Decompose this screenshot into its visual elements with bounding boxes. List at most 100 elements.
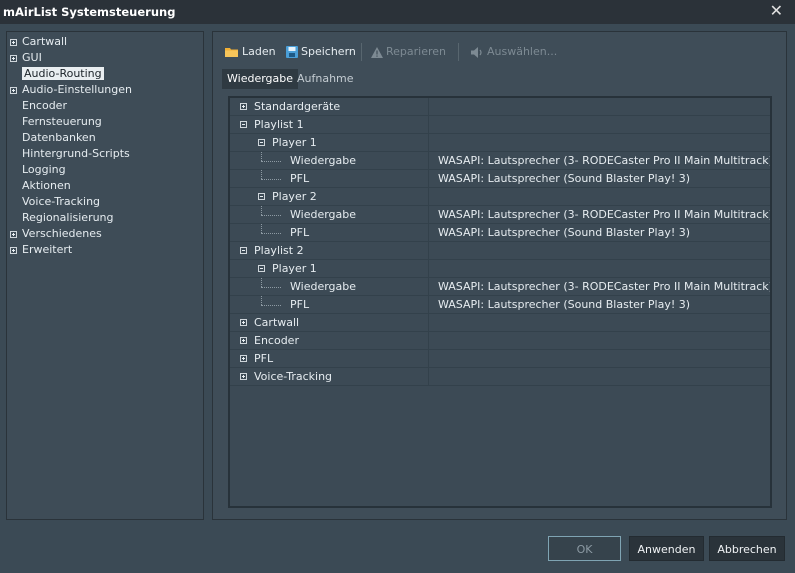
sidebar-item-logging[interactable]: Logging [10,162,66,177]
ok-button[interactable]: OK [548,536,621,561]
expand-icon[interactable] [240,373,247,380]
sidebar-item-label: Audio-Routing [22,67,104,80]
expand-icon[interactable] [240,103,247,110]
sidebar-item-label: Encoder [22,99,67,112]
tree-node-label: PFL [290,298,310,311]
tree-row[interactable]: Player 2 [230,188,770,206]
expand-icon[interactable] [10,246,17,254]
tree-row[interactable]: Wiedergabe WASAPI: Lautsprecher (3- RODEC… [230,206,770,224]
expand-icon[interactable] [10,38,17,46]
cancel-button[interactable]: Abbrechen [709,536,785,561]
column-divider [428,206,429,224]
device-value[interactable]: WASAPI: Lautsprecher (3- RODECaster Pro … [438,152,770,170]
tree-row[interactable]: PFL [230,350,770,368]
tree-row[interactable]: PFL WASAPI: Lautsprecher (Sound Blaster P… [230,224,770,242]
sidebar-item-cartwall[interactable]: Cartwall [10,34,67,49]
device-value[interactable]: WASAPI: Lautsprecher (3- RODECaster Pro … [438,206,770,224]
tab-wiedergabe[interactable]: Wiedergabe [222,69,299,89]
column-divider [428,170,429,188]
sidebar-item-audio-einstellungen[interactable]: Audio-Einstellungen [10,82,132,97]
expand-icon[interactable] [10,86,17,94]
tree-row[interactable]: PFL WASAPI: Lautsprecher (Sound Blaster P… [230,170,770,188]
sidebar-item-erweitert[interactable]: Erweitert [10,242,72,257]
device-value[interactable]: WASAPI: Lautsprecher (Sound Blaster Play… [438,170,690,188]
sidebar-item-label: Datenbanken [22,131,96,144]
tree-row[interactable]: Wiedergabe WASAPI: Lautsprecher (3- RODEC… [230,152,770,170]
audio-routing-panel: Laden Speichern Reparieren Auswählen... … [212,31,787,520]
sidebar-item-label: Verschiedenes [22,227,102,240]
sidebar-item-gui[interactable]: GUI [10,50,42,65]
speaker-icon [471,46,482,58]
sidebar-item-label: Regionalisierung [22,211,114,224]
sidebar-item-regionalisierung[interactable]: Regionalisierung [10,210,114,225]
repair-label: Reparieren [386,45,447,58]
save-icon [286,46,298,58]
column-divider [428,116,429,134]
tree-node-label: Wiedergabe [290,280,357,293]
column-divider [428,314,429,332]
column-divider [428,332,429,350]
tree-row[interactable]: Voice-Tracking [230,368,770,386]
collapse-icon[interactable] [258,265,265,272]
tree-node-label: Voice-Tracking [254,370,333,383]
tree-node-label: Wiedergabe [290,154,357,167]
column-divider [428,98,429,116]
tree-node-label: Cartwall [254,316,300,329]
expand-icon[interactable] [240,355,247,362]
device-value[interactable]: WASAPI: Lautsprecher (Sound Blaster Play… [438,296,690,314]
tree-row[interactable]: PFL WASAPI: Lautsprecher (Sound Blaster P… [230,296,770,314]
tree-row[interactable]: Cartwall [230,314,770,332]
sidebar-item-label: Hintergrund-Scripts [22,147,130,160]
tree-row[interactable]: Playlist 1 [230,116,770,134]
load-label: Laden [242,45,276,58]
sidebar-item-label: Voice-Tracking [22,195,101,208]
apply-button[interactable]: Anwenden [629,536,704,561]
tree-connector [261,296,262,305]
expand-icon[interactable] [240,337,247,344]
folder-icon [225,48,238,57]
tree-node-label: Wiedergabe [290,208,357,221]
sidebar-item-encoder[interactable]: Encoder [10,98,67,113]
tree-node-label: Standardgeräte [254,100,341,113]
sidebar-item-aktionen[interactable]: Aktionen [10,178,71,193]
sidebar-item-audio-routing[interactable]: Audio-Routing [10,66,104,81]
column-divider [428,260,429,278]
tree-row[interactable]: Player 1 [230,134,770,152]
tree-connector [261,287,281,288]
column-divider [428,152,429,170]
expand-icon[interactable] [10,230,17,238]
select-button[interactable]: Auswählen... [471,44,557,60]
repair-button[interactable]: Reparieren [371,44,446,60]
tree-node-label: Player 1 [272,136,317,149]
sidebar-item-verschiedenes[interactable]: Verschiedenes [10,226,102,241]
save-button[interactable]: Speichern [286,44,356,60]
settings-category-tree: Cartwall GUI Audio-Routing Audio-Einstellun… [6,31,204,520]
sidebar-item-label: Erweitert [22,243,73,256]
sidebar-item-hintergrund-scripts[interactable]: Hintergrund-Scripts [10,146,130,161]
expand-icon[interactable] [240,319,247,326]
sidebar-item-datenbanken[interactable]: Datenbanken [10,130,96,145]
load-button[interactable]: Laden [225,44,276,60]
device-value[interactable]: WASAPI: Lautsprecher (Sound Blaster Play… [438,224,690,242]
tree-row[interactable]: Wiedergabe WASAPI: Lautsprecher (3- RODEC… [230,278,770,296]
collapse-icon[interactable] [258,139,265,146]
expand-icon[interactable] [10,54,17,62]
tree-node-label: Playlist 1 [254,118,304,131]
tree-connector [261,224,262,233]
tree-row[interactable]: Standardgeräte [230,98,770,116]
device-value[interactable]: WASAPI: Lautsprecher (3- RODECaster Pro … [438,278,770,296]
collapse-icon[interactable] [240,121,247,128]
toolbar-separator [458,43,459,61]
collapse-icon[interactable] [258,193,265,200]
sidebar-item-label: GUI [22,51,42,64]
tree-row[interactable]: Player 1 [230,260,770,278]
column-divider [428,188,429,206]
close-icon[interactable]: ✕ [770,1,783,20]
collapse-icon[interactable] [240,247,247,254]
tree-row[interactable]: Playlist 2 [230,242,770,260]
tree-row[interactable]: Encoder [230,332,770,350]
warning-icon [371,46,383,58]
sidebar-item-fernsteuerung[interactable]: Fernsteuerung [10,114,102,129]
tab-aufnahme[interactable]: Aufnahme [292,69,359,89]
sidebar-item-voice-tracking[interactable]: Voice-Tracking [10,194,100,209]
